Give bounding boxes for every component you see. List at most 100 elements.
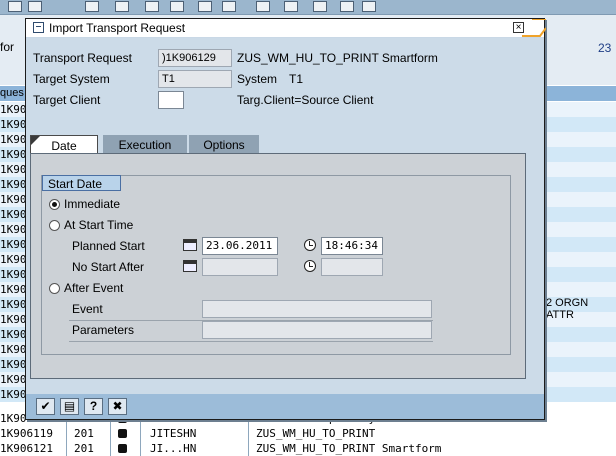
- tab-execution[interactable]: Execution: [103, 135, 187, 155]
- immediate-radio[interactable]: [49, 199, 60, 210]
- table-row[interactable]: 1K906121 201 JI...HN ZUS_WM_HU_TO_PRINT …: [0, 441, 616, 456]
- list-row-id: 1K90: [0, 373, 27, 386]
- target-client-label: Target Client: [33, 93, 101, 107]
- background-toolbar: [0, 0, 616, 15]
- after-event-label: After Event: [64, 281, 124, 295]
- parameters-field[interactable]: [202, 321, 432, 339]
- list-row-id: 1K90: [0, 253, 27, 266]
- toolbar-icon[interactable]: [198, 1, 212, 12]
- lock-icon: [118, 444, 127, 453]
- list-row-id: 1K90: [0, 358, 27, 371]
- list-row-id: 1K90: [0, 163, 27, 176]
- list-row-id: 1K90: [0, 268, 27, 281]
- import-transport-dialog: Import Transport Request × Transport Req…: [25, 18, 546, 420]
- row-desc: ZUS_WM_HU_TO_PRINT: [256, 427, 376, 440]
- target-client-field[interactable]: [158, 91, 184, 109]
- separator: [69, 341, 433, 342]
- list-row-id: 1K90: [0, 223, 27, 236]
- background-number: 23: [598, 41, 612, 55]
- no-start-after-label: No Start After: [72, 260, 145, 274]
- no-start-after-time-field[interactable]: [321, 258, 383, 276]
- row-client: 201: [74, 442, 94, 455]
- system-label: System: [237, 72, 278, 86]
- toolbar-icon[interactable]: [145, 1, 159, 12]
- transport-request-label: Transport Request: [33, 51, 132, 65]
- at-start-time-label: At Start Time: [64, 218, 134, 232]
- help-button[interactable]: ?: [84, 398, 103, 415]
- target-system-label: Target System: [33, 72, 110, 86]
- toolbar-icon[interactable]: [256, 1, 270, 12]
- calendar-icon[interactable]: [183, 260, 197, 272]
- list-row-id: 1K90: [0, 133, 27, 146]
- list-row-id: 1K90: [0, 238, 27, 251]
- list-row-id: 1K90: [0, 148, 27, 161]
- toolbar-icon[interactable]: [8, 1, 22, 12]
- row-id: 1K906119: [0, 427, 53, 440]
- list-row-id: 1K90: [0, 178, 27, 191]
- row-owner: JI...HN: [150, 442, 197, 455]
- list-row-id: 1K90: [0, 283, 27, 296]
- list-row-id: 1K90: [0, 328, 27, 341]
- list-row-id: 1K90: [0, 298, 27, 311]
- planned-start-date-field[interactable]: 23.06.2011: [202, 237, 278, 255]
- toolbar-icon[interactable]: [85, 1, 99, 12]
- target-client-note: Targ.Client=Source Client: [237, 93, 374, 107]
- system-value: T1: [289, 72, 304, 86]
- background-column-header-label: ques: [0, 87, 24, 99]
- list-row-id: 1K90: [0, 343, 27, 356]
- dialog-body: Transport Request )1K906129 ZUS_WM_HU_TO…: [26, 38, 544, 394]
- at-start-time-radio[interactable]: [49, 220, 60, 231]
- lock-icon: [118, 429, 127, 438]
- save-button[interactable]: ▤: [60, 398, 79, 415]
- list-row-id: 1K90: [0, 103, 27, 116]
- event-label: Event: [72, 302, 103, 316]
- background-row-text: 2 ORGN ATTR: [546, 297, 589, 321]
- window-icon: [33, 22, 44, 33]
- start-date-group-title: Start Date: [42, 175, 122, 191]
- clock-icon[interactable]: [304, 260, 316, 272]
- list-row-id: 1K90: [0, 118, 27, 131]
- toolbar-icon[interactable]: [115, 1, 129, 12]
- date-tab-panel: Start Date Immediate At Start Time Plann…: [30, 153, 526, 379]
- table-row[interactable]: 1K906119 201 JITESHN ZUS_WM_HU_TO_PRINT: [0, 426, 616, 441]
- row-client: 201: [74, 427, 94, 440]
- tab-date[interactable]: Date: [30, 135, 98, 155]
- toolbar-icon[interactable]: [222, 1, 236, 12]
- clock-icon[interactable]: [304, 239, 316, 251]
- dialog-footer: ✔ ▤ ? ✖: [26, 394, 544, 419]
- no-start-after-date-field[interactable]: [202, 258, 278, 276]
- after-event-radio[interactable]: [49, 283, 60, 294]
- parameters-label: Parameters: [72, 323, 135, 337]
- toolbar-icon[interactable]: [28, 1, 42, 12]
- toolbar-icon[interactable]: [170, 1, 184, 12]
- list-row-id: 1K90: [0, 388, 27, 401]
- dialog-titlebar[interactable]: Import Transport Request ×: [26, 19, 546, 37]
- toolbar-icon[interactable]: [340, 1, 354, 12]
- dialog-title: Import Transport Request: [49, 21, 186, 35]
- toolbar-icon[interactable]: [284, 1, 298, 12]
- list-row-id: 1K90: [0, 193, 27, 206]
- transport-request-field[interactable]: )1K906129: [158, 49, 232, 67]
- tab-options[interactable]: Options: [189, 135, 259, 155]
- list-row-id: 1K90: [0, 313, 27, 326]
- tab-corner: [31, 136, 40, 145]
- row-desc: ZUS_WM_HU_TO_PRINT Smartform: [256, 442, 442, 455]
- event-field[interactable]: [202, 300, 432, 318]
- tab-date-label: Date: [51, 139, 77, 153]
- background-label: for: [0, 40, 15, 54]
- cancel-button[interactable]: ✖: [108, 398, 127, 415]
- list-row-id: 1K90: [0, 208, 27, 221]
- title-accent: [522, 19, 546, 37]
- toolbar-icon[interactable]: [362, 1, 376, 12]
- row-owner: JITESHN: [150, 427, 197, 440]
- confirm-button[interactable]: ✔: [36, 398, 55, 415]
- transport-request-description: ZUS_WM_HU_TO_PRINT Smartform: [237, 51, 438, 65]
- toolbar-icon[interactable]: [313, 1, 327, 12]
- immediate-label: Immediate: [64, 197, 121, 211]
- target-system-field[interactable]: T1: [158, 70, 232, 88]
- calendar-icon[interactable]: [183, 239, 197, 251]
- planned-start-time-field[interactable]: 18:46:34: [321, 237, 383, 255]
- start-date-group: Start Date Immediate At Start Time Plann…: [41, 175, 511, 355]
- planned-start-label: Planned Start: [72, 239, 145, 253]
- row-id: 1K906121: [0, 442, 53, 455]
